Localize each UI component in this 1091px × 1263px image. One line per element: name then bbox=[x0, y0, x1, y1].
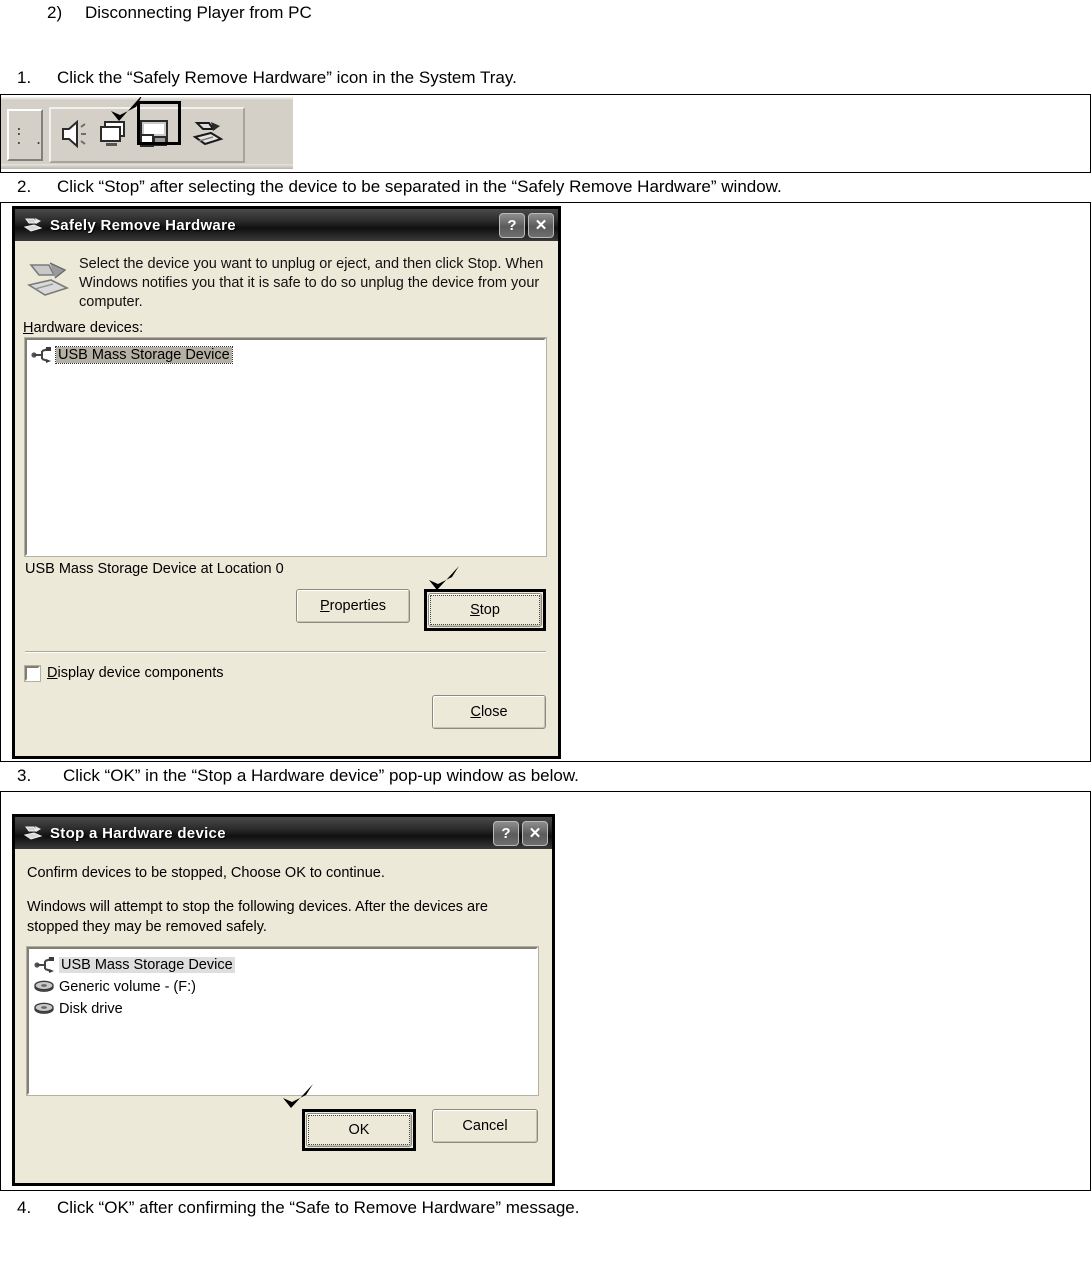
usb-icon bbox=[33, 956, 55, 974]
step-1-text: Click the “Safely Remove Hardware” icon … bbox=[57, 68, 517, 87]
stop-accesskey: S bbox=[470, 602, 480, 618]
step-4-number: 4. bbox=[17, 1198, 32, 1217]
display-device-components-checkbox[interactable] bbox=[24, 664, 41, 682]
disk-icon bbox=[33, 978, 55, 996]
list-item-label: USB Mass Storage Device bbox=[59, 957, 235, 973]
section-heading: 2) Disconnecting Player from PC bbox=[0, 0, 1091, 24]
system-tray-strip: :. . . bbox=[1, 97, 293, 169]
step-2-text: Click “Stop” after selecting the device … bbox=[57, 177, 782, 196]
document-body: 2) Disconnecting Player from PC 1. Click t… bbox=[0, 0, 1091, 1220]
list-item-label: Disk drive bbox=[59, 1001, 123, 1017]
close-button[interactable]: Close bbox=[432, 695, 546, 729]
dialog-body: Select the device you want to unplug or … bbox=[15, 241, 558, 729]
dialog2-body: Confirm devices to be stopped, Choose OK… bbox=[15, 849, 552, 1151]
device-status-text: USB Mass Storage Device at Location 0 bbox=[25, 561, 284, 577]
help-button[interactable]: ? bbox=[499, 212, 525, 238]
stop-button[interactable]: Stop bbox=[428, 593, 542, 627]
dialog-instruction-text: Select the device you want to unplug or … bbox=[79, 256, 544, 310]
step-3: 3. Click “OK” in the “Stop a Hardware dev… bbox=[0, 762, 1091, 788]
close-icon-2[interactable]: ✕ bbox=[522, 820, 548, 846]
properties-button[interactable]: Properties bbox=[296, 589, 410, 623]
dialog2-titlebar[interactable]: Stop a Hardware device ? ✕ bbox=[15, 817, 552, 849]
hardware-devices-label-rest: ardware devices: bbox=[33, 320, 144, 336]
stop-button-focus-ring: Stop bbox=[424, 589, 546, 631]
list-item-label: Generic volume - (F:) bbox=[59, 979, 196, 995]
dialog-action-buttons: Properties Stop bbox=[15, 566, 558, 631]
dialog2-paragraph-1: Confirm devices to be stopped, Choose OK… bbox=[27, 865, 385, 881]
check-mark-annotation-tray bbox=[109, 97, 147, 127]
display-components-accesskey: D bbox=[47, 665, 58, 681]
stop-hardware-device-dialog: Stop a Hardware device ? ✕ Confirm devic… bbox=[12, 814, 555, 1186]
properties-label-rest: roperties bbox=[329, 598, 387, 614]
dialog2-text-block: Confirm devices to be stopped, Choose OK… bbox=[15, 849, 552, 937]
safely-remove-hardware-dialog: Safely Remove Hardware ? ✕ Select the de… bbox=[12, 206, 561, 759]
display-components-label-rest: isplay device components bbox=[57, 665, 224, 681]
dialog-intro: Select the device you want to unplug or … bbox=[15, 241, 558, 312]
step-1: 1. Click the “Safely Remove Hardware” ico… bbox=[0, 66, 1091, 90]
safely-remove-hardware-title-icon bbox=[23, 215, 43, 235]
dialog2-paragraph-2: Windows will attempt to stop the followi… bbox=[27, 899, 488, 935]
hardware-devices-accesskey: H bbox=[23, 320, 34, 336]
display-device-components-label: Display device components bbox=[47, 665, 224, 681]
close-label-rest: lose bbox=[480, 704, 508, 720]
cancel-button[interactable]: Cancel bbox=[432, 1109, 538, 1143]
step-3-number: 3. bbox=[17, 766, 32, 785]
tray-bottom-edge bbox=[1, 164, 293, 169]
close-icon[interactable]: ✕ bbox=[528, 212, 554, 238]
help-button-2[interactable]: ? bbox=[493, 820, 519, 846]
ok-button-focus-ring: OK bbox=[302, 1109, 416, 1151]
list-item[interactable]: USB Mass Storage Device bbox=[30, 344, 541, 366]
titlebar-buttons: ? ✕ bbox=[499, 212, 554, 238]
dialog-title: Safely Remove Hardware bbox=[50, 216, 236, 234]
list-item[interactable]: Disk drive bbox=[33, 998, 532, 1020]
dialog2-titlebar-buttons: ? ✕ bbox=[493, 820, 548, 846]
dialog-titlebar[interactable]: Safely Remove Hardware ? ✕ bbox=[15, 209, 558, 241]
display-device-components-row[interactable]: Display device components bbox=[15, 653, 558, 682]
step-3-text: Click “OK” in the “Stop a Hardware devic… bbox=[63, 766, 579, 785]
screenshot-cell-stop-hardware: Stop a Hardware device ? ✕ Confirm devic… bbox=[0, 791, 1091, 1191]
step-2-number: 2. bbox=[17, 177, 32, 196]
dialog-close-row: Close bbox=[15, 681, 558, 729]
usb-icon bbox=[30, 346, 52, 364]
dialog2-action-buttons: OK Cancel bbox=[15, 1084, 552, 1151]
step-1-number: 1. bbox=[17, 68, 32, 87]
safely-remove-hardware-large-icon bbox=[25, 259, 71, 303]
close-accesskey: C bbox=[470, 704, 481, 720]
hardware-devices-listbox[interactable]: USB Mass Storage Device bbox=[24, 337, 547, 557]
step-2: 2. Click “Stop” after selecting the devic… bbox=[0, 173, 1091, 199]
disk-icon bbox=[33, 1000, 55, 1018]
step-4-text: Click “OK” after confirming the “Safe to… bbox=[57, 1198, 580, 1217]
screenshot-cell-system-tray: :. . . bbox=[0, 94, 1091, 173]
safely-remove-hardware-title-icon-2 bbox=[23, 823, 43, 843]
section-heading-text: Disconnecting Player from PC bbox=[85, 3, 312, 22]
volume-icon[interactable] bbox=[57, 117, 91, 151]
step-4: 4. Click “OK” after confirming the “Safe … bbox=[0, 1191, 1091, 1220]
list-item[interactable]: Generic volume - (F:) bbox=[33, 976, 532, 998]
properties-accesskey: P bbox=[319, 598, 330, 614]
ok-button[interactable]: OK bbox=[306, 1113, 412, 1147]
safely-remove-hardware-icon[interactable] bbox=[191, 117, 225, 151]
stopped-devices-listbox[interactable]: USB Mass Storage Device Generic volume -… bbox=[26, 946, 539, 1096]
section-heading-number: 2) bbox=[47, 3, 63, 22]
list-item[interactable]: USB Mass Storage Device bbox=[33, 954, 532, 976]
stop-label-rest: top bbox=[479, 602, 500, 618]
list-item-label: USB Mass Storage Device bbox=[55, 346, 233, 364]
screenshot-cell-safely-remove: Safely Remove Hardware ? ✕ Select the de… bbox=[0, 202, 1091, 762]
taskbar-left-panel: :. . . bbox=[7, 109, 62, 161]
dialog2-title: Stop a Hardware device bbox=[50, 824, 226, 842]
vertical-spacer bbox=[0, 24, 1091, 66]
hardware-devices-label: Hardware devices: bbox=[15, 312, 558, 338]
